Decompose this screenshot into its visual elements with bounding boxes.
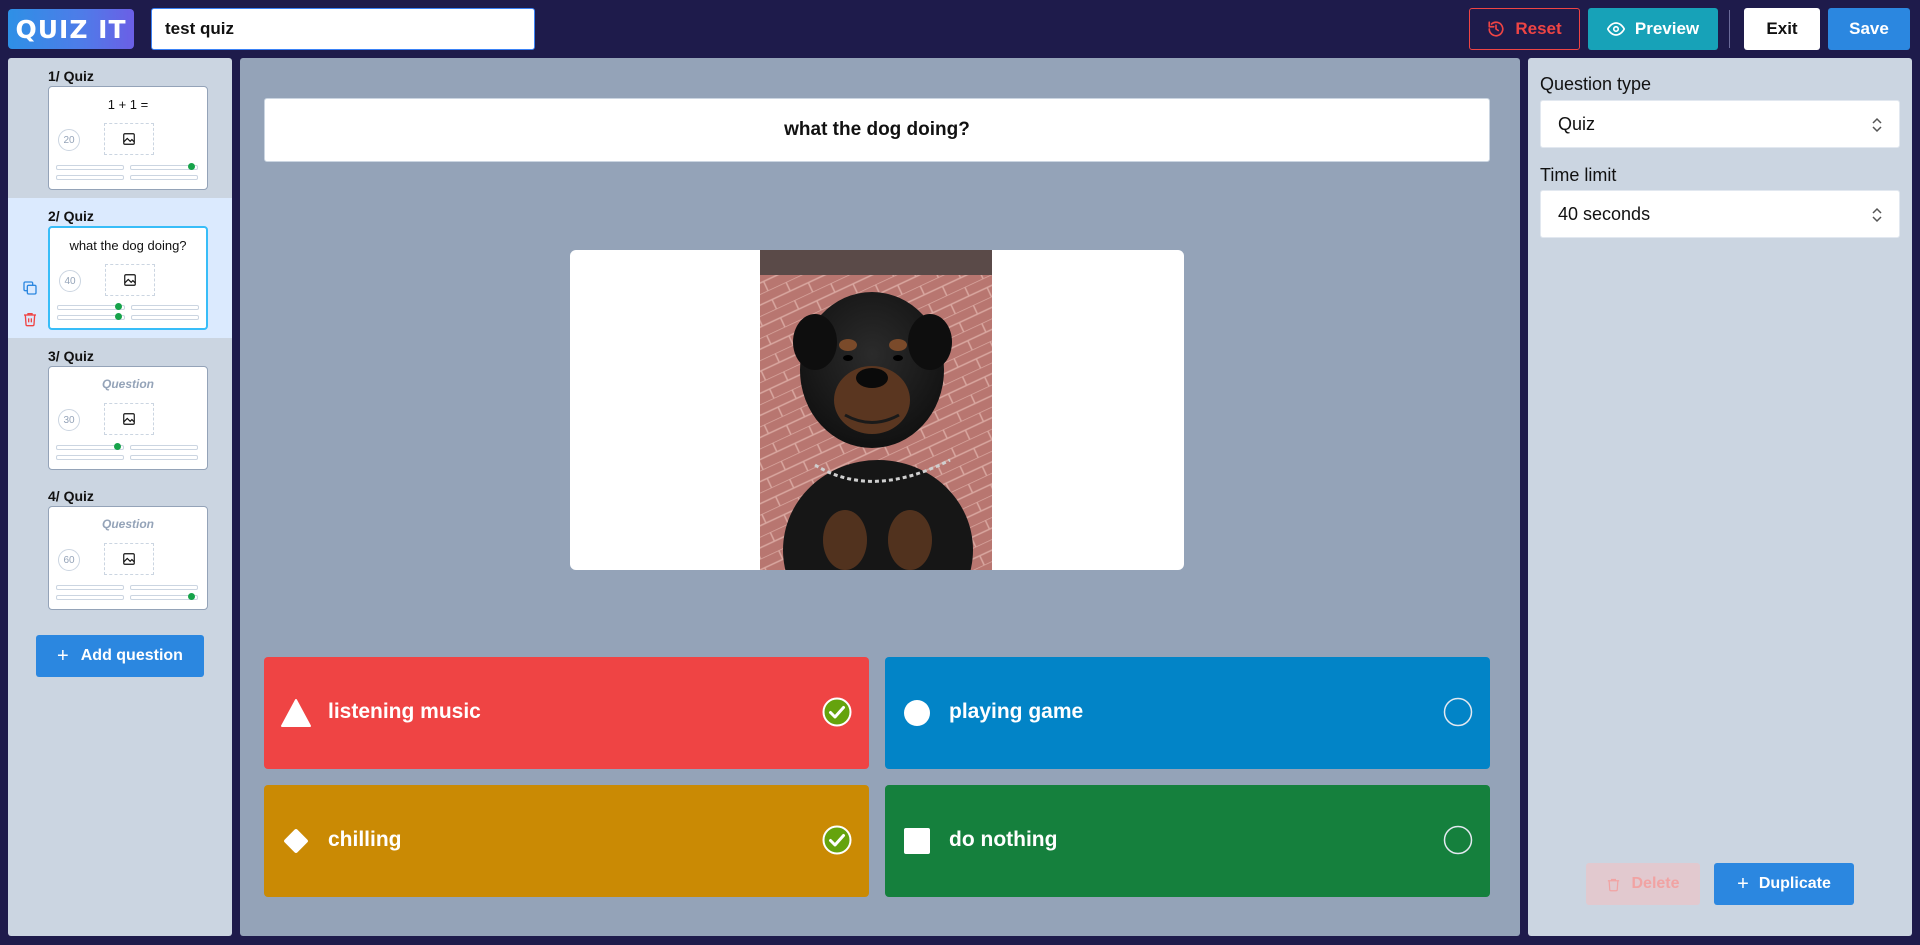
thumb-answer-bar [131,305,199,310]
answer-text[interactable]: do nothing [949,828,1057,852]
thumb-question: 1 + 1 = [107,97,149,112]
thumb-answer-bar [130,455,198,460]
diamond-icon [284,829,308,853]
preview-button[interactable]: Preview [1588,8,1718,50]
exit-button[interactable]: Exit [1744,8,1820,50]
reset-button[interactable]: Reset [1469,8,1580,50]
thumb-time: 60 [58,549,80,571]
thumb-answer-bar [56,585,124,590]
triangle-icon [281,699,311,727]
reset-icon [1488,21,1504,37]
thumb-correct-dot [115,303,122,310]
time-limit-value: 40 seconds [1558,203,1651,224]
unchecked-circle-icon[interactable] [1443,825,1473,855]
thumb-question: what the dog doing? [69,238,187,253]
add-question-label: Add question [80,647,183,664]
image-placeholder-icon [105,264,155,296]
thumb-time: 40 [59,270,81,292]
add-question-button[interactable]: + Add question [36,635,204,677]
image-placeholder-icon [104,403,154,435]
thumb-time: 30 [58,409,80,431]
answer-option-2[interactable]: playing game [885,657,1490,769]
slide-thumbnail[interactable]: what the dog doing? 40 [48,226,208,330]
square-icon [904,828,930,854]
thumb-question: Question [101,377,154,391]
slide-item-3[interactable]: 3/ Quiz Question 30 [8,338,232,478]
media-container[interactable] [570,250,1184,570]
thumb-correct-dot [115,313,122,320]
slide-item-4[interactable]: 4/ Quiz Question 60 [8,478,232,618]
thumb-answer-bar [56,165,124,170]
thumb-answer-bar [56,455,124,460]
slide-label: 3/ Quiz [48,348,94,364]
time-limit-select[interactable]: 40 seconds [1540,190,1900,238]
eye-icon [1606,22,1625,36]
unchecked-circle-icon[interactable] [1443,697,1473,727]
duplicate-slide-icon[interactable] [22,280,38,296]
thumb-answer-bar [130,445,198,450]
image-placeholder-icon [104,123,154,155]
answer-text[interactable]: listening music [328,700,481,724]
delete-button[interactable]: Delete [1586,863,1700,905]
thumb-answer-bar [131,315,199,320]
thumb-answer-bar [130,175,198,180]
slide-thumbnail[interactable]: 1 + 1 = 20 [48,86,208,190]
answer-text[interactable]: playing game [949,700,1083,724]
slide-item-2[interactable]: 2/ Quiz what the dog doing? 40 [8,198,232,338]
settings-panel: Question type Quiz Time limit 40 seconds… [1528,58,1912,936]
question-type-value: Quiz [1558,113,1596,134]
slide-thumbnail[interactable]: Question 60 [48,506,208,610]
image-placeholder-icon [104,543,154,575]
question-type-select[interactable]: Quiz [1540,100,1900,148]
delete-label: Delete [1631,875,1680,892]
save-button[interactable]: Save [1828,8,1910,50]
slide-label: 4/ Quiz [48,488,94,504]
thumb-question: Question [101,517,154,531]
plus-icon: + [57,644,69,667]
correct-check-icon[interactable] [822,697,852,727]
circle-icon [904,700,930,726]
thumb-answer-bar [56,175,124,180]
dog-photo [760,250,992,570]
thumb-time: 20 [58,129,80,151]
answer-option-1[interactable]: listening music [264,657,869,769]
correct-check-icon[interactable] [822,825,852,855]
thumb-answer-bar [56,595,124,600]
thumb-correct-dot [188,163,195,170]
thumb-answer-bar [130,585,198,590]
reset-label: Reset [1515,19,1562,38]
preview-label: Preview [1634,19,1700,38]
plus-icon: + [1737,872,1749,895]
slide-thumbnail[interactable]: Question 30 [48,366,208,470]
header-divider [1729,10,1730,48]
answer-option-3[interactable]: chilling [264,785,869,897]
duplicate-label: Duplicate [1758,875,1831,892]
question-editor: what the dog doing? listening music play… [240,58,1767,936]
header-bar: QUIZ IT Reset Preview Exit Save [0,0,1920,58]
answer-text[interactable]: chilling [328,828,402,852]
time-limit-label: Time limit [1540,165,1617,185]
thumb-correct-dot [114,443,121,450]
delete-slide-icon[interactable] [22,311,38,327]
answer-option-4[interactable]: do nothing [885,785,1490,897]
slide-label: 1/ Quiz [48,68,94,84]
quiz-title-input[interactable] [151,8,535,50]
app-logo[interactable]: QUIZ IT [8,9,134,49]
select-chevrons-icon [1872,117,1882,133]
slide-sidebar: 1/ Quiz 1 + 1 = 20 2/ Quiz what the dog … [8,58,232,936]
thumb-correct-dot [188,593,195,600]
duplicate-button[interactable]: + Duplicate [1714,863,1854,905]
slide-label: 2/ Quiz [48,208,94,224]
question-text-field[interactable]: what the dog doing? [264,98,1490,162]
question-type-label: Question type [1540,74,1652,94]
select-chevrons-icon [1872,207,1882,223]
slide-item-1[interactable]: 1/ Quiz 1 + 1 = 20 [8,58,232,198]
trash-icon [1608,878,1620,891]
